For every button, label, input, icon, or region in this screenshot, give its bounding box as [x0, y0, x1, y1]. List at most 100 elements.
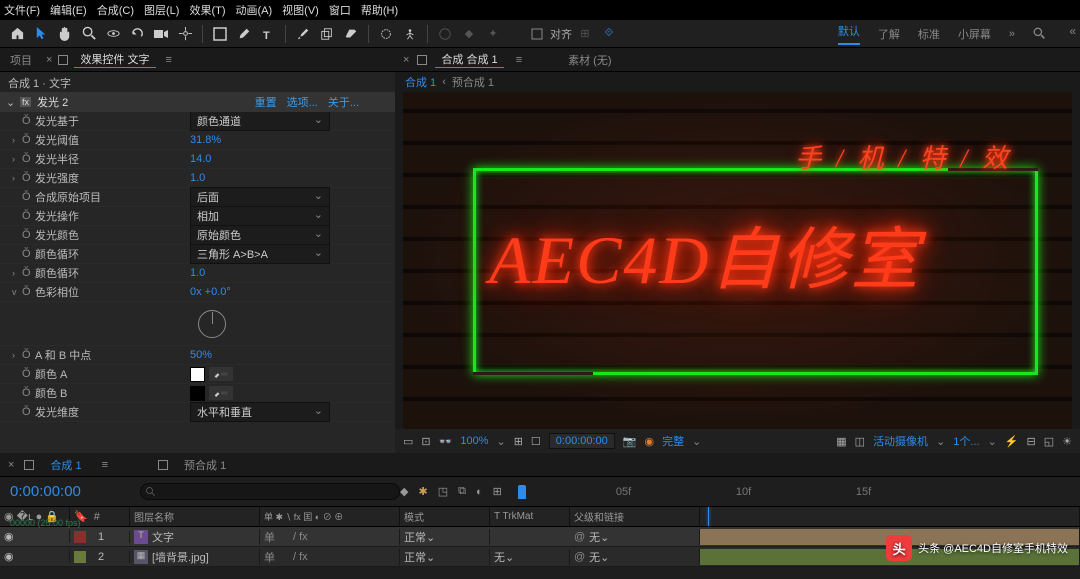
- parent-dropdown[interactable]: 无⌄: [589, 549, 679, 565]
- fx-badge-icon[interactable]: fx: [20, 97, 31, 107]
- prop-value[interactable]: 1.0: [190, 267, 205, 279]
- workspace-more-icon[interactable]: »: [1009, 28, 1015, 40]
- fx-switch-icon[interactable]: fx: [299, 531, 308, 543]
- cti-line[interactable]: [708, 507, 709, 526]
- fx-switch-icon[interactable]: fx: [299, 551, 308, 563]
- bc-precomp[interactable]: 预合成 1: [452, 74, 494, 90]
- anchor-tool-icon[interactable]: [174, 23, 196, 45]
- res-icon[interactable]: ⊞: [514, 435, 523, 448]
- zoom-value[interactable]: 100%: [460, 435, 488, 447]
- puppet-tool-icon[interactable]: [399, 23, 421, 45]
- mocha-icon[interactable]: [434, 23, 456, 45]
- color-mgmt-icon[interactable]: ◉: [644, 435, 654, 448]
- prop-value[interactable]: 50%: [190, 349, 212, 361]
- stopwatch-icon[interactable]: Ŏ: [22, 134, 35, 146]
- comp-marker-icon[interactable]: ◆: [400, 485, 408, 498]
- brush-tool-icon[interactable]: [292, 23, 314, 45]
- tab-footage[interactable]: 素材 (无): [562, 52, 617, 68]
- frame-blend-icon[interactable]: ⧉: [458, 485, 466, 498]
- stopwatch-icon[interactable]: Ŏ: [22, 229, 35, 241]
- tab-comp1[interactable]: 合成 1: [44, 457, 87, 473]
- prop-value[interactable]: 14.0: [190, 153, 211, 165]
- text-tool-icon[interactable]: T: [257, 23, 279, 45]
- draft3d-icon[interactable]: ◳: [438, 485, 448, 498]
- guides-icon[interactable]: ⊡: [421, 435, 430, 448]
- exposure-icon[interactable]: ☀: [1062, 435, 1072, 448]
- panel-lock-icon[interactable]: [58, 55, 68, 65]
- roto-tool-icon[interactable]: [375, 23, 397, 45]
- lock-icon[interactable]: [24, 460, 34, 470]
- selection-tool-icon[interactable]: [30, 23, 52, 45]
- menu-layer[interactable]: 图层(L): [144, 2, 179, 18]
- 3d-icon[interactable]: 👓: [439, 435, 453, 448]
- pickwhip-icon[interactable]: @: [574, 551, 585, 563]
- tab-precomp[interactable]: 预合成 1: [178, 457, 232, 473]
- eye-icon[interactable]: ◉: [4, 530, 14, 543]
- parent-dropdown[interactable]: 无⌄: [589, 529, 679, 545]
- motion-blur-icon[interactable]: ◐: [476, 486, 483, 498]
- effect-header[interactable]: ⌄ fx 发光 2 重置 选项... 关于...: [0, 92, 395, 112]
- lock-icon[interactable]: [417, 55, 427, 65]
- views-dropdown[interactable]: 1个...: [953, 433, 979, 449]
- tab-comp-viewer[interactable]: 合成 合成 1: [435, 51, 503, 68]
- tab-effect-controls[interactable]: 效果控件 文字: [74, 51, 155, 68]
- twirl-icon[interactable]: v: [12, 287, 22, 297]
- stopwatch-icon[interactable]: Ŏ: [22, 191, 35, 203]
- hand-tool-icon[interactable]: [54, 23, 76, 45]
- region-icon[interactable]: ◫: [855, 435, 865, 448]
- channel-icon[interactable]: ☐: [531, 435, 541, 448]
- camera-tool-icon[interactable]: [150, 23, 172, 45]
- tab-project[interactable]: 项目: [4, 52, 38, 68]
- stopwatch-icon[interactable]: Ŏ: [22, 248, 35, 260]
- close-tab-icon[interactable]: ×: [46, 54, 52, 66]
- current-time[interactable]: 0:00:00:00: [549, 433, 615, 449]
- workspace-small[interactable]: 小屏幕: [958, 26, 991, 42]
- layer-name[interactable]: 文字: [152, 529, 174, 545]
- snapshot-icon[interactable]: 📷: [623, 435, 637, 448]
- rect-tool-icon[interactable]: [209, 23, 231, 45]
- snap-icon[interactable]: [526, 23, 548, 45]
- workspace-default[interactable]: 默认: [838, 23, 860, 45]
- close-icon[interactable]: ×: [8, 459, 14, 471]
- menu-effect[interactable]: 效果(T): [189, 2, 225, 18]
- timecode[interactable]: 0:00:00:00: [0, 483, 130, 500]
- panel-menu-icon[interactable]: ≡: [516, 54, 522, 66]
- workspace-standard[interactable]: 标准: [918, 26, 940, 42]
- timeline-jump-icon[interactable]: ⊟: [1027, 435, 1036, 448]
- zoom-tool-icon[interactable]: [78, 23, 100, 45]
- eye-icon[interactable]: ◉: [4, 550, 14, 563]
- prop-dropdown[interactable]: 三角形 A>B>A⌄: [190, 244, 330, 264]
- menu-file[interactable]: 文件(F): [4, 2, 40, 18]
- stopwatch-icon[interactable]: Ŏ: [22, 210, 35, 222]
- twirl-icon[interactable]: ›: [12, 173, 22, 183]
- menu-comp[interactable]: 合成(C): [97, 2, 134, 18]
- menu-view[interactable]: 视图(V): [282, 2, 319, 18]
- label-color[interactable]: [74, 531, 86, 543]
- eyedropper-icon[interactable]: [209, 367, 233, 381]
- search-help-icon[interactable]: [1033, 27, 1046, 40]
- label-color[interactable]: [74, 551, 86, 563]
- snap-edge-icon[interactable]: ⟐: [598, 23, 620, 45]
- puppet-mesh-icon[interactable]: ◆: [458, 23, 480, 45]
- eyedropper-icon[interactable]: [209, 386, 233, 400]
- stopwatch-icon[interactable]: Ŏ: [22, 172, 35, 184]
- orbit-tool-icon[interactable]: [102, 23, 124, 45]
- prop-value[interactable]: 0x +0.0°: [190, 286, 231, 298]
- home-icon[interactable]: [6, 23, 28, 45]
- color-swatch[interactable]: [190, 386, 205, 401]
- menu-help[interactable]: 帮助(H): [361, 2, 398, 18]
- twirl-icon[interactable]: ›: [12, 135, 22, 145]
- rotate-tool-icon[interactable]: [126, 23, 148, 45]
- mask-toggle-icon[interactable]: ▭: [403, 435, 413, 448]
- twirl-icon[interactable]: ›: [12, 268, 22, 278]
- layer-search-input[interactable]: [140, 483, 400, 500]
- panel-menu-icon[interactable]: ≡: [166, 54, 172, 66]
- graph-editor-icon[interactable]: ⊞: [493, 485, 502, 498]
- quality-dropdown[interactable]: 完整: [662, 433, 684, 449]
- stopwatch-icon[interactable]: Ŏ: [22, 406, 35, 418]
- color-swatch[interactable]: [190, 367, 205, 382]
- expand-icon[interactable]: «: [1069, 24, 1076, 38]
- panel-menu-icon[interactable]: ≡: [102, 459, 108, 471]
- stopwatch-icon[interactable]: Ŏ: [22, 267, 35, 279]
- stopwatch-icon[interactable]: Ŏ: [22, 286, 35, 298]
